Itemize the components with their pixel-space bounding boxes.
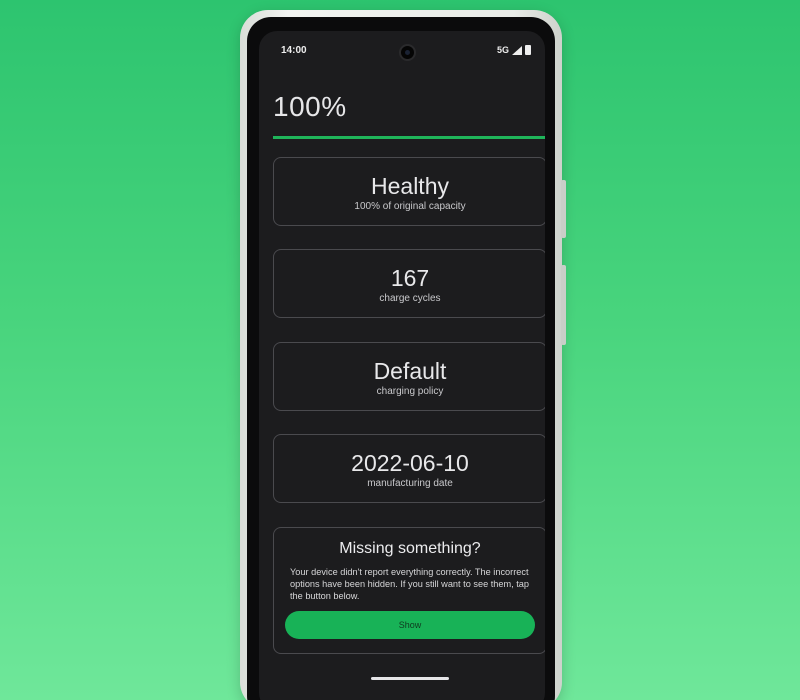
front-camera: [399, 44, 416, 61]
policy-label: charging policy: [376, 386, 444, 397]
missing-card: Missing something? Your device didn't re…: [273, 527, 545, 654]
health-label: 100% of original capacity: [354, 201, 466, 212]
battery-percentage: 100%: [273, 91, 347, 122]
phone-frame: 14:00 5G 100% Healthy 100% of original c…: [240, 10, 566, 700]
battery-level-fill: [273, 136, 545, 139]
cycles-value: 167: [390, 265, 430, 291]
show-button[interactable]: Show: [285, 611, 535, 639]
cycles-card: 167 charge cycles: [273, 249, 545, 318]
policy-card: Default charging policy: [273, 342, 545, 411]
manufacture-value: 2022-06-10: [351, 450, 469, 476]
health-value: Healthy: [371, 173, 449, 199]
power-button: [561, 180, 566, 238]
manufacture-label: manufacturing date: [367, 478, 453, 489]
status-time: 14:00: [281, 45, 307, 56]
signal-icon: [512, 45, 522, 55]
status-icons: 5G: [497, 45, 531, 55]
battery-level-bar: [273, 136, 545, 139]
network-label: 5G: [496, 45, 509, 55]
missing-title: Missing something?: [339, 540, 481, 557]
phone-bezel: 14:00 5G 100% Healthy 100% of original c…: [247, 17, 555, 700]
volume-button: [561, 265, 566, 345]
cycles-label: charge cycles: [379, 293, 441, 304]
phone-screen: 14:00 5G 100% Healthy 100% of original c…: [259, 31, 545, 700]
missing-description: Your device didn't report everything cor…: [290, 567, 530, 601]
battery-icon: [525, 45, 531, 55]
manufacture-card: 2022-06-10 manufacturing date: [273, 434, 545, 503]
status-bar: 14:00 5G: [259, 31, 545, 67]
health-card: Healthy 100% of original capacity: [273, 157, 545, 226]
policy-value: Default: [373, 358, 447, 384]
home-indicator[interactable]: [371, 677, 449, 680]
